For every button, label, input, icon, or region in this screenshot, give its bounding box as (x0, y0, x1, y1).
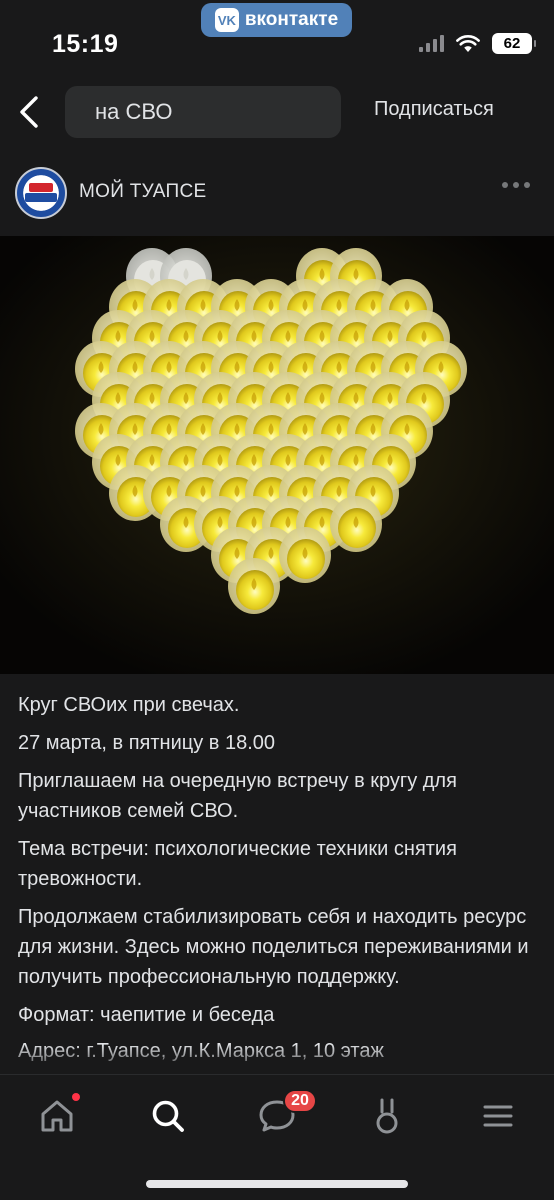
candle (228, 558, 280, 614)
back-icon (20, 96, 38, 128)
avatar-logo-text (25, 193, 57, 202)
post-photo[interactable] (0, 236, 554, 674)
post-paragraph: Круг СВОих при свечах. (18, 694, 240, 716)
vk-logo-icon: VK (214, 8, 239, 32)
tab-search[interactable] (143, 1091, 193, 1141)
candle-heart-image (0, 236, 554, 674)
home-icon (41, 1100, 73, 1132)
battery-indicator: 62 (492, 33, 536, 54)
cellular-signal-icon (419, 35, 444, 52)
back-button[interactable] (12, 92, 46, 132)
more-icon[interactable] (502, 182, 530, 188)
search-header: Подписаться (0, 84, 554, 140)
wifi-icon (456, 34, 480, 52)
messages-badge: 20 (283, 1089, 317, 1113)
post-paragraph: Продолжаем стабилизировать себя и находи… (18, 906, 529, 988)
search-box[interactable] (65, 86, 383, 138)
clips-icon (376, 1098, 398, 1134)
menu-icon (483, 1105, 513, 1127)
vk-app-name: вконтакте (244, 9, 339, 30)
status-icons: 62 (419, 33, 536, 54)
tab-clips[interactable] (362, 1091, 412, 1141)
screen: 15:19 VK вконтакте 62 на СВО Подписаться… (0, 0, 554, 1200)
post-paragraph: Тема встречи: психологические техники сн… (18, 838, 457, 890)
avatar-logo-stripe (29, 183, 53, 192)
community-header[interactable]: МОЙ ТУАПСЕ (0, 164, 554, 222)
search-tab-icon (152, 1100, 184, 1132)
tab-messages[interactable]: 20 (252, 1089, 317, 1141)
post-text: Круг СВОих при свечах. 27 марта, в пятни… (18, 690, 538, 1074)
status-bar: 15:19 VK вконтакте 62 (0, 0, 554, 70)
search-input[interactable] (95, 99, 383, 125)
post-paragraph: Приглашаем на очередную встречу в кругу … (18, 770, 457, 822)
home-notification-dot (72, 1093, 80, 1101)
tab-home[interactable] (32, 1091, 82, 1141)
subscribe-button[interactable]: Подписаться (374, 98, 494, 121)
tab-menu[interactable] (473, 1091, 523, 1141)
community-avatar[interactable] (15, 167, 67, 219)
home-indicator (146, 1180, 408, 1188)
post-paragraph: Формат: чаепитие и беседа (18, 1004, 275, 1026)
community-name[interactable]: МОЙ ТУАПСЕ (79, 181, 206, 203)
candle (330, 496, 382, 552)
post-paragraph: 27 марта, в пятницу в 18.00 (18, 732, 275, 754)
status-time: 15:19 (52, 30, 119, 58)
candle (279, 527, 331, 583)
vk-app-pill[interactable]: VK вконтакте (201, 3, 352, 37)
